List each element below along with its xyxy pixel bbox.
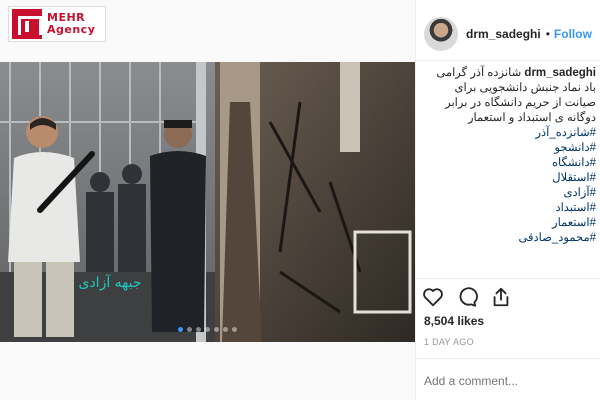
media-watermark: جبهه آزادی — [78, 274, 141, 291]
hashtag-link[interactable]: #محمود_صادقی — [422, 231, 596, 246]
carousel-indicator — [0, 327, 415, 332]
header-divider — [416, 60, 600, 61]
hashtag-link[interactable]: #استعمار — [422, 216, 596, 231]
hashtag-link[interactable]: #دانشجو — [422, 141, 596, 156]
follow-button[interactable]: Follow — [554, 27, 592, 41]
carousel-dot[interactable] — [232, 327, 237, 332]
avatar[interactable] — [424, 17, 458, 51]
carousel-dot[interactable] — [214, 327, 219, 332]
hashtag-link[interactable]: #آزادی — [422, 186, 596, 201]
mehr-agency-logo: MEHR Agency — [8, 6, 106, 42]
mehr-logo-mark — [12, 9, 42, 39]
post-side-panel: drm_sadeghi • Follow drm_sadeghi شانزده … — [415, 0, 600, 400]
share-icon[interactable] — [490, 286, 512, 308]
hashtag-link[interactable]: #دانشگاه — [422, 156, 596, 171]
carousel-dot[interactable] — [196, 327, 201, 332]
caption-username[interactable]: drm_sadeghi — [524, 67, 596, 79]
carousel-dot[interactable] — [187, 327, 192, 332]
post-header: drm_sadeghi • Follow — [416, 12, 600, 56]
header-separator: • — [545, 27, 550, 41]
post-timestamp: 1 DAY AGO — [424, 337, 474, 347]
heart-icon[interactable] — [422, 286, 444, 308]
carousel-dot[interactable] — [205, 327, 210, 332]
carousel-dot[interactable] — [223, 327, 228, 332]
actions-divider — [416, 278, 600, 279]
hashtag-link[interactable]: #شانزده_آذر — [422, 126, 597, 141]
screenshot-frame: MEHR Agency جبهه آزادی drm_sadeghi • Fol… — [0, 0, 600, 400]
username-link[interactable]: drm_sadeghi — [466, 27, 541, 41]
post-photo: جبهه آزادی — [0, 62, 415, 342]
post-media[interactable]: جبهه آزادی — [0, 62, 415, 342]
comment-icon[interactable] — [456, 286, 478, 308]
add-comment-input[interactable] — [424, 374, 594, 388]
mehr-logo-text: MEHR Agency — [47, 12, 95, 36]
logo-line-2: Agency — [47, 23, 96, 36]
back-wall-column — [340, 62, 360, 152]
hashtag-link[interactable]: #استبداد — [422, 201, 596, 216]
hashtag-link[interactable]: #استقلال — [422, 171, 596, 186]
likes-count[interactable]: 8,504 likes — [424, 314, 484, 328]
carousel-dot[interactable] — [178, 327, 183, 332]
post-actions — [422, 284, 596, 310]
comment-divider — [416, 358, 600, 359]
hashtag-list: #شانزده_آذر #دانشجو #دانشگاه #استقلال #آزادی… — [422, 126, 596, 246]
post-caption: drm_sadeghi شانزده آذر گرامی باد نماد جن… — [422, 66, 596, 246]
